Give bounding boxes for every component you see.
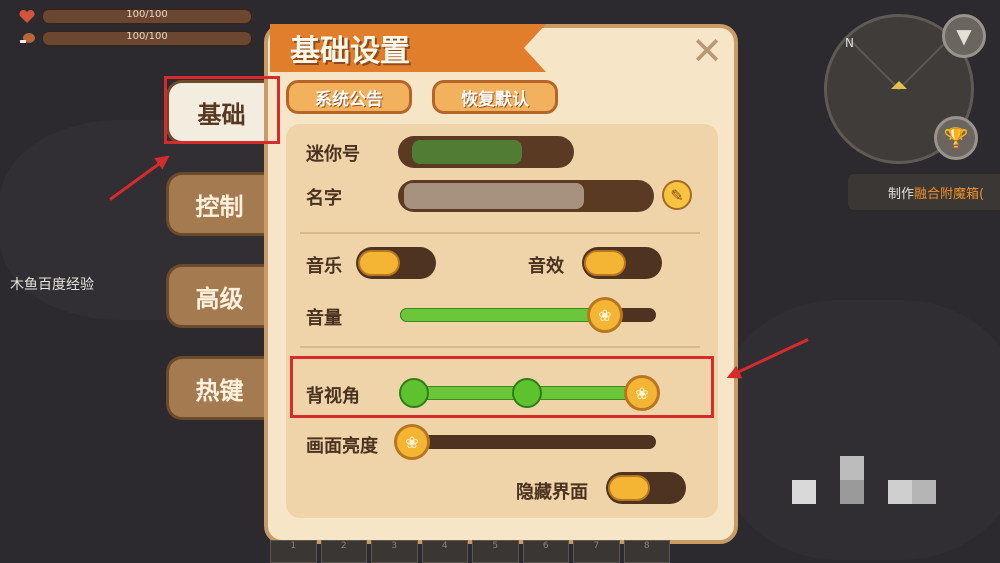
mosaic-block [888, 480, 912, 504]
announcement-button[interactable]: 系统公告 [286, 80, 412, 114]
dialog-title: 基础设置 [290, 34, 410, 69]
slider-step-dot[interactable] [399, 378, 429, 408]
tab-control[interactable]: 控制 [166, 172, 270, 236]
toggle-knob [584, 250, 626, 276]
watermark-text: 木鱼百度经验 [10, 277, 94, 293]
paw-slider-handle-icon[interactable]: ❀ [394, 424, 430, 460]
close-icon[interactable]: ✕ [688, 32, 726, 70]
divider [300, 346, 700, 348]
hotbar-slot[interactable]: 2 [320, 540, 367, 563]
music-toggle[interactable] [356, 247, 436, 279]
edit-pencil-icon[interactable]: ✎ [662, 180, 692, 210]
trophy-icon[interactable]: 🏆 [934, 116, 978, 160]
hotbar-slot[interactable]: 8 [623, 540, 670, 563]
tab-hotkeys[interactable]: 热键 [166, 356, 270, 420]
divider [300, 232, 700, 234]
drumstick-icon [18, 31, 36, 45]
mosaic-block [912, 480, 936, 504]
blurred-value [412, 140, 522, 164]
craft-hint[interactable]: 制作 融合附魔箱( [848, 174, 1000, 210]
hunger-value: 100/100 [126, 30, 168, 42]
brightness-label: 画面亮度 [306, 436, 378, 457]
hotbar-slot[interactable]: 4 [421, 540, 468, 563]
hotbar-slot[interactable]: 5 [472, 540, 519, 563]
highlight-box [164, 76, 280, 144]
tab-advanced[interactable]: 高级 [166, 264, 270, 328]
toggle-knob [358, 250, 400, 276]
sfx-label: 音效 [528, 256, 564, 277]
mosaic-block [792, 480, 816, 504]
hotbar-slot[interactable]: 1 [270, 540, 317, 563]
hotbar-slot[interactable]: 7 [573, 540, 620, 563]
background-rock [720, 300, 1000, 560]
menu-dropdown-icon[interactable]: ▼ [942, 14, 986, 58]
sfx-toggle[interactable] [582, 247, 662, 279]
heart-icon [18, 9, 36, 23]
name-field[interactable] [398, 180, 654, 212]
slider-fill [400, 308, 605, 322]
hide-ui-label: 隐藏界面 [516, 482, 588, 503]
hunger-stat: 100/100 [18, 28, 252, 48]
svg-text:N: N [845, 36, 854, 50]
brightness-slider[interactable] [412, 435, 656, 449]
craft-prefix: 制作 [888, 186, 915, 202]
mini-id-label: 迷你号 [306, 144, 360, 165]
health-stat: 100/100 [18, 6, 252, 26]
paw-slider-handle-icon[interactable]: ❀ [586, 297, 623, 333]
craft-item: 融合附魔箱( [914, 186, 985, 202]
paw-slider-handle-icon[interactable]: ❀ [624, 375, 660, 411]
slider-step-dot[interactable] [512, 378, 542, 408]
mosaic-block [840, 456, 864, 480]
health-bar: 100/100 [42, 8, 252, 24]
toggle-knob [608, 475, 650, 501]
mini-id-field [398, 136, 574, 168]
restore-default-button[interactable]: 恢复默认 [432, 80, 558, 114]
music-label: 音乐 [306, 256, 342, 277]
hide-ui-toggle[interactable] [606, 472, 686, 504]
hotbar-slot[interactable]: 6 [522, 540, 569, 563]
name-label: 名字 [306, 188, 342, 209]
mosaic-block [840, 480, 864, 504]
blurred-value [404, 183, 584, 209]
health-value: 100/100 [126, 8, 168, 20]
volume-label: 音量 [306, 308, 342, 329]
hotbar: 1 2 3 4 5 6 7 8 [270, 540, 670, 563]
hotbar-slot[interactable]: 3 [371, 540, 418, 563]
back-view-label: 背视角 [306, 386, 360, 407]
hunger-bar: 100/100 [42, 30, 252, 46]
